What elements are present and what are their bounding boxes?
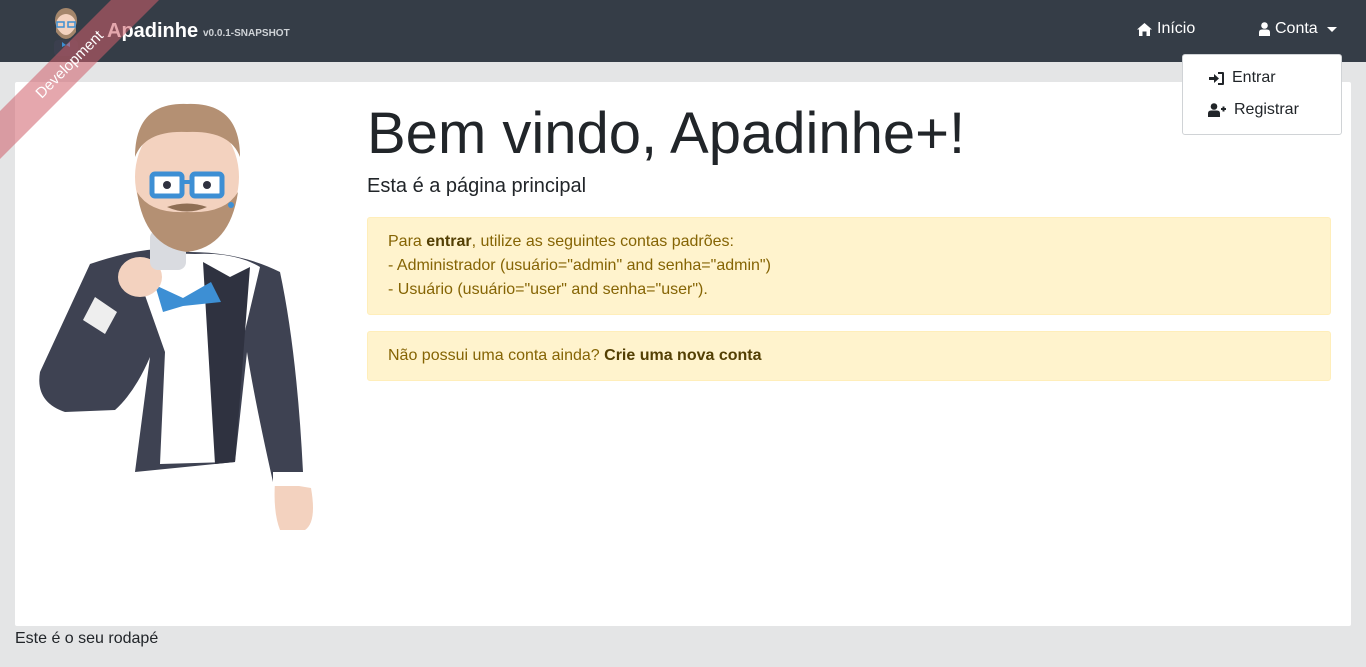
menu-item-label: Registrar <box>1234 101 1299 118</box>
brand-logo-icon[interactable] <box>48 6 84 56</box>
create-account-link[interactable]: Crie uma nova conta <box>604 347 761 364</box>
mascot-illustration <box>35 102 325 532</box>
nav-account-label: Conta <box>1275 20 1318 37</box>
register-alert: Não possui uma conta ainda? Crie uma nov… <box>367 331 1331 381</box>
user-plus-icon <box>1208 103 1226 117</box>
brand-version: v0.0.1-SNAPSHOT <box>203 28 290 39</box>
menu-item-label: Entrar <box>1232 69 1276 86</box>
alert-text: Para <box>388 233 427 250</box>
alert-text: , utilize as seguintes contas padrões: <box>471 233 734 250</box>
menu-item-registrar[interactable]: Registrar <box>1208 101 1299 119</box>
alert-strong-text: entrar <box>426 233 472 250</box>
alert-text: Não possui uma conta ainda? <box>388 347 605 364</box>
nav-home-label: Início <box>1157 20 1196 37</box>
nav-home-link[interactable]: Início <box>1137 20 1195 38</box>
user-icon <box>1259 22 1270 36</box>
sign-in-icon <box>1209 71 1224 85</box>
account-dropdown-menu: Entrar Registrar <box>1182 54 1342 135</box>
brand-name[interactable]: Apadinhe <box>107 20 198 43</box>
caret-down-icon <box>1326 26 1337 32</box>
login-info-alert: Para entrar, utilize as seguintes contas… <box>367 217 1331 315</box>
home-icon <box>1137 22 1152 36</box>
footer-text: Este é o seu rodapé <box>15 630 159 647</box>
alert-line-3: - Usuário (usuário="user" and senha="use… <box>388 281 708 298</box>
page-subtitle: Esta é a página principal <box>367 175 587 197</box>
navbar: Apadinhe v0.0.1-SNAPSHOT Início Conta <box>0 0 1366 62</box>
alert-line-2: - Administrador (usuário="admin" and sen… <box>388 257 771 274</box>
alert-line-1: Para entrar, utilize as seguintes contas… <box>388 230 1310 254</box>
nav-account-dropdown-toggle[interactable]: Conta <box>1259 20 1337 38</box>
main-card: Bem vindo, Apadinhe+! Esta é a página pr… <box>15 82 1351 626</box>
menu-item-entrar[interactable]: Entrar <box>1209 69 1276 87</box>
page-title: Bem vindo, Apadinhe+! <box>367 101 966 166</box>
